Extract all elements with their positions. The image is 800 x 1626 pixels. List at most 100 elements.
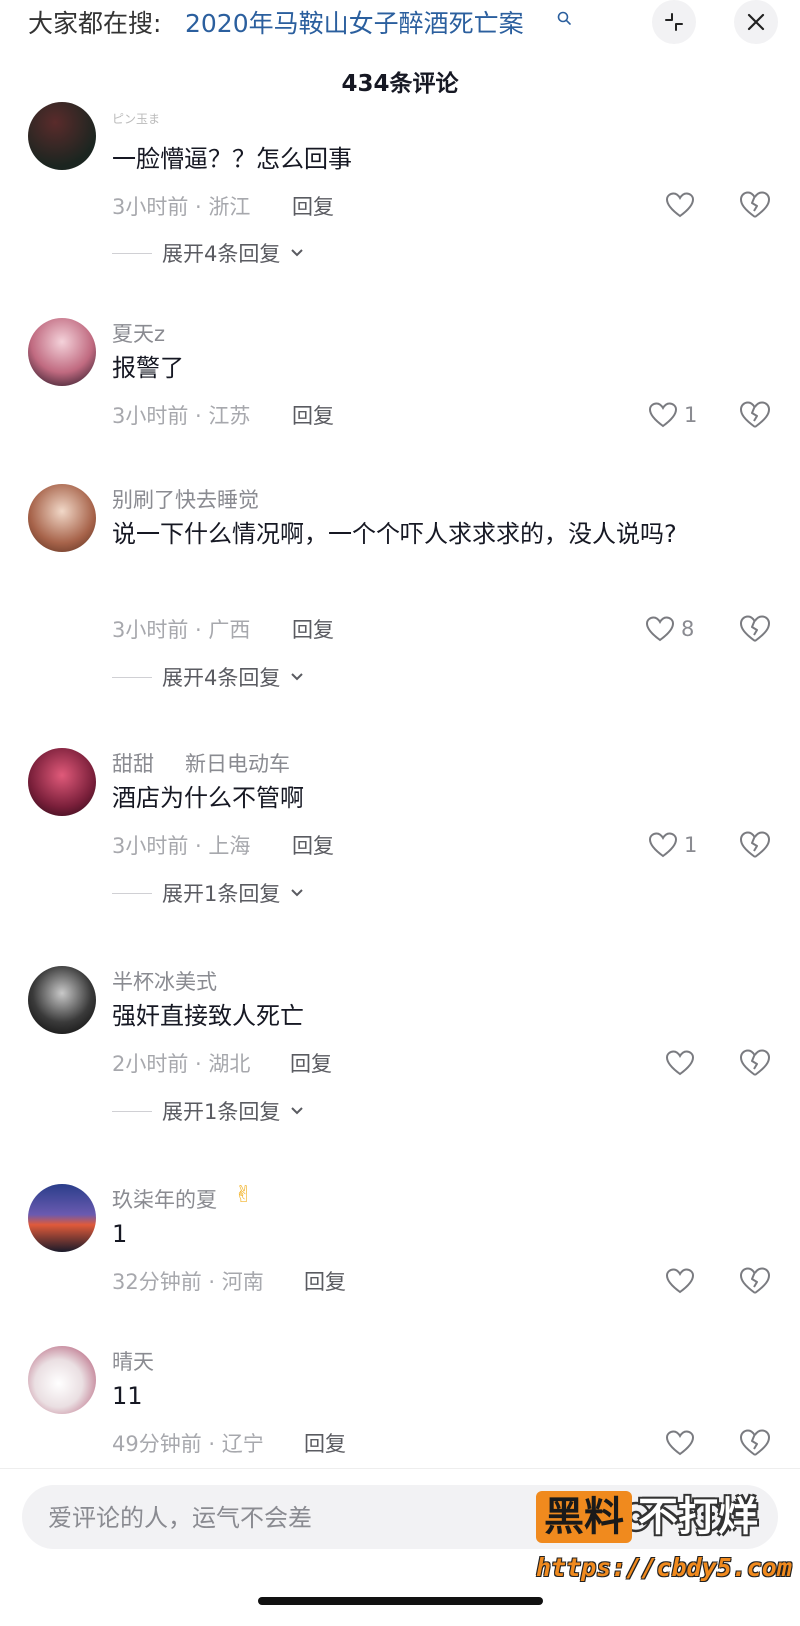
chevron-down-icon — [291, 673, 304, 681]
divider — [112, 1110, 152, 1112]
avatar[interactable] — [28, 318, 96, 386]
avatar[interactable] — [28, 484, 96, 552]
chevron-down-icon — [291, 1107, 304, 1115]
collapse-icon — [665, 13, 683, 31]
divider — [112, 676, 152, 678]
comment-username[interactable]: 玖柒年的夏 — [112, 1184, 217, 1214]
comment-text: 11 — [112, 1382, 143, 1410]
divider — [112, 252, 152, 254]
comment-text: 报警了 — [112, 354, 184, 382]
comment-time-location: 32分钟前 · 河南 — [112, 1270, 264, 1294]
search-suggestion-link[interactable]: 2020年马鞍山女子醉酒死亡案 — [185, 4, 524, 40]
broken-heart-icon[interactable] — [738, 1426, 772, 1460]
broken-heart-icon[interactable] — [738, 1046, 772, 1080]
comment-item: 别刷了快去睡觉 说一下什么情况啊，一个个吓人求求求的，没人说吗? 3小时前 · … — [0, 484, 800, 694]
comment-time-location: 3小时前 · 江苏 — [112, 404, 251, 428]
comment-time-location: 3小时前 · 广西 — [112, 618, 251, 642]
like-button[interactable] — [665, 1046, 701, 1080]
comment-time-location: 49分钟前 · 辽宁 — [112, 1432, 264, 1456]
expand-replies-button[interactable]: 展开4条回复 — [112, 238, 304, 268]
comment-username[interactable]: 甜甜 — [112, 748, 154, 778]
like-count: 1 — [684, 403, 698, 427]
like-button[interactable] — [665, 1264, 701, 1298]
like-button[interactable] — [665, 188, 701, 222]
victory-hand-emoji: ✌ — [234, 1182, 254, 1208]
avatar[interactable] — [28, 748, 96, 816]
divider — [112, 892, 152, 894]
search-icon[interactable] — [556, 10, 572, 26]
broken-heart-icon[interactable] — [738, 1264, 772, 1298]
comment-time-location: 3小时前 · 浙江 — [112, 195, 251, 219]
comment-username[interactable]: 夏天z — [112, 318, 165, 348]
comment-input-bar: 黑料 不打烊 https://cbdy5.com — [0, 1468, 800, 1626]
top-bar: 大家都在搜: 2020年马鞍山女子醉酒死亡案 — [0, 0, 800, 44]
broken-heart-icon[interactable] — [738, 398, 772, 432]
watermark-text: 不打烊 — [638, 1494, 758, 1540]
reply-button[interactable]: 回复 — [292, 191, 334, 221]
close-icon — [747, 13, 765, 31]
comment-time-location: 3小时前 · 上海 — [112, 834, 251, 858]
expand-replies-button[interactable]: 展开1条回复 — [112, 1096, 304, 1126]
comment-text: 一脸懵逼？？怎么回事 — [112, 145, 352, 173]
chevron-down-icon — [291, 249, 304, 257]
reply-button[interactable]: 回复 — [292, 614, 334, 644]
comment-item: ピン玉ま 一脸懵逼？？怎么回事 3小时前 · 浙江 回复 展开4条回复 — [0, 102, 800, 282]
heart-icon — [648, 402, 678, 428]
expand-replies-label: 展开1条回复 — [162, 882, 281, 906]
broken-heart-icon[interactable] — [738, 188, 772, 222]
avatar[interactable] — [28, 1184, 96, 1252]
comment-item: 夏天z 报警了 3小时前 · 江苏 回复 1 — [0, 318, 800, 448]
comment-text: 1 — [112, 1220, 128, 1248]
heart-icon — [665, 1050, 695, 1076]
expand-replies-button[interactable]: 展开1条回复 — [112, 878, 304, 908]
reply-button[interactable]: 回复 — [304, 1428, 346, 1458]
expand-replies-label: 展开4条回复 — [162, 242, 281, 266]
reply-button[interactable]: 回复 — [292, 400, 334, 430]
comment-item: 晴天 11 49分钟前 · 辽宁 回复 — [0, 1346, 800, 1466]
heart-icon — [665, 192, 695, 218]
heart-icon — [665, 1430, 695, 1456]
comment-text: 说一下什么情况啊，一个个吓人求求求的，没人说吗? — [112, 520, 677, 548]
home-indicator[interactable] — [258, 1597, 543, 1605]
avatar[interactable] — [28, 966, 96, 1034]
chevron-down-icon — [291, 889, 304, 897]
close-button[interactable] — [734, 0, 778, 44]
comment-text: 强奸直接致人死亡 — [112, 1002, 304, 1030]
comment-item: 甜甜 新日电动车 酒店为什么不管啊 3小时前 · 上海 回复 1 展开1条回复 — [0, 748, 800, 918]
like-count: 8 — [681, 617, 695, 641]
watermark-badge: 黑料 — [536, 1491, 632, 1543]
broken-heart-icon[interactable] — [738, 612, 772, 646]
reply-button[interactable]: 回复 — [290, 1048, 332, 1078]
like-count: 1 — [684, 833, 698, 857]
comment-username[interactable]: 别刷了快去睡觉 — [112, 484, 259, 514]
like-button[interactable]: 1 — [648, 828, 697, 862]
avatar[interactable] — [28, 1346, 96, 1414]
comment-time-location: 2小时前 · 湖北 — [112, 1052, 251, 1076]
like-button[interactable]: 1 — [648, 398, 697, 432]
expand-replies-label: 展开1条回复 — [162, 1100, 281, 1124]
comment-item: 半杯冰美式 强奸直接致人死亡 2小时前 · 湖北 回复 展开1条回复 — [0, 966, 800, 1136]
avatar[interactable] — [28, 102, 96, 170]
comment-username[interactable]: 半杯冰美式 — [112, 966, 217, 996]
heart-icon — [665, 1268, 695, 1294]
reply-button[interactable]: 回复 — [292, 830, 334, 860]
collapse-button[interactable] — [652, 0, 696, 44]
comment-count-title: 434条评论 — [341, 71, 459, 97]
comment-item: 玖柒年的夏 ✌ 1 32分钟前 · 河南 回复 — [0, 1182, 800, 1314]
watermark-url: https://cbdy5.com — [536, 1553, 792, 1582]
heart-icon — [648, 832, 678, 858]
username-tag: 新日电动车 — [185, 752, 290, 776]
comment-text: 酒店为什么不管啊 — [112, 784, 304, 812]
watermark: 黑料 不打烊 https://cbdy5.com — [536, 1491, 796, 1601]
like-button[interactable]: 8 — [645, 612, 694, 646]
comment-username[interactable]: ピン玉ま — [112, 110, 160, 127]
search-suggestion-prefix: 大家都在搜: — [28, 9, 162, 38]
comment-username[interactable]: 晴天 — [112, 1346, 154, 1376]
reply-button[interactable]: 回复 — [304, 1266, 346, 1296]
expand-replies-label: 展开4条回复 — [162, 666, 281, 690]
heart-icon — [645, 616, 675, 642]
like-button[interactable] — [665, 1426, 701, 1460]
comment-input[interactable] — [46, 1485, 530, 1551]
expand-replies-button[interactable]: 展开4条回复 — [112, 662, 304, 692]
broken-heart-icon[interactable] — [738, 828, 772, 862]
